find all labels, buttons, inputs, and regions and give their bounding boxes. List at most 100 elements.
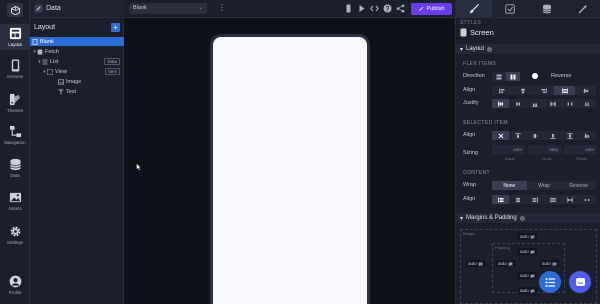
direction-row-icon[interactable] bbox=[506, 72, 520, 81]
info-icon[interactable]: i bbox=[519, 215, 525, 221]
reverse-toggle[interactable] bbox=[532, 73, 538, 79]
padding-top-input[interactable]: auto pt bbox=[518, 248, 537, 255]
device-select[interactable]: Blank ⌄ bbox=[129, 3, 207, 14]
outline-list-button[interactable] bbox=[539, 271, 561, 293]
align-items-control[interactable] bbox=[492, 86, 596, 95]
margin-top-input[interactable]: auto pt bbox=[518, 233, 537, 240]
chat-support-button[interactable] bbox=[569, 271, 591, 293]
rail-label: Profile bbox=[8, 290, 22, 295]
tab-styles[interactable] bbox=[456, 0, 493, 18]
design-canvas[interactable] bbox=[124, 18, 455, 304]
rail-label: Layout bbox=[8, 42, 22, 47]
tree-item-image[interactable]: Image bbox=[30, 77, 124, 86]
align-end-icon[interactable] bbox=[534, 86, 555, 95]
flex-grow-input[interactable]: auto bbox=[528, 145, 561, 154]
play-icon[interactable] bbox=[357, 4, 366, 13]
justify-between-icon[interactable] bbox=[544, 99, 561, 108]
mouse-cursor-icon bbox=[136, 163, 142, 171]
justify-center-icon[interactable] bbox=[509, 99, 526, 108]
tab-data[interactable] bbox=[528, 0, 565, 18]
paintbrush-icon bbox=[469, 3, 479, 14]
align-stretch-icon[interactable] bbox=[554, 86, 576, 95]
list-icon bbox=[42, 59, 48, 64]
wrap-option-wrap[interactable]: Wrap bbox=[527, 181, 562, 190]
rail-item-navigation[interactable]: Navigation bbox=[0, 122, 30, 148]
align-content-start-icon[interactable] bbox=[492, 195, 510, 204]
align-content-around-icon[interactable] bbox=[579, 195, 596, 204]
tree-item-blank[interactable]: Blank bbox=[30, 37, 124, 46]
align-content-between-icon[interactable] bbox=[561, 195, 578, 204]
wrap-option-reverse[interactable]: Reverse bbox=[561, 181, 596, 190]
image-icon bbox=[58, 78, 64, 85]
selected-element-name: Screen bbox=[470, 28, 494, 37]
padding-right-input[interactable]: auto pt bbox=[540, 260, 559, 267]
phone-preview-frame[interactable] bbox=[210, 34, 370, 304]
styles-label: STYLES bbox=[460, 20, 481, 26]
sizing-label: Sizing bbox=[463, 150, 478, 156]
themes-icon bbox=[9, 93, 20, 106]
tree-item-fetch[interactable]: ▾ Fetch bbox=[30, 47, 124, 56]
code-icon[interactable] bbox=[370, 4, 379, 13]
tab-config[interactable] bbox=[492, 0, 529, 18]
flex-basis-input[interactable]: auto bbox=[492, 145, 525, 154]
direction-column-icon[interactable] bbox=[492, 72, 506, 81]
tree-label: Fetch bbox=[45, 48, 59, 55]
justify-evenly-icon[interactable] bbox=[579, 99, 596, 108]
padding-left-input[interactable]: auto pt bbox=[496, 260, 515, 267]
tree-item-text[interactable]: Text bbox=[30, 87, 124, 96]
align-self-baseline-icon[interactable] bbox=[579, 131, 596, 140]
align-content-end-icon[interactable] bbox=[527, 195, 544, 204]
info-icon[interactable]: i bbox=[487, 46, 493, 52]
align-self-control[interactable] bbox=[492, 131, 596, 140]
margin-bottom-input[interactable]: auto pt bbox=[518, 287, 537, 294]
tab-actions[interactable] bbox=[564, 0, 600, 18]
section-title: Margins & Padding bbox=[466, 215, 517, 221]
flex-shrink-input[interactable]: auto bbox=[564, 145, 597, 154]
add-element-button[interactable]: + bbox=[111, 23, 120, 32]
chevron-down-icon: ▾ bbox=[460, 215, 464, 222]
align-self-center-icon[interactable] bbox=[527, 131, 544, 140]
justify-start-icon[interactable] bbox=[492, 99, 510, 108]
flex-wrap-control[interactable]: None Wrap Reverse bbox=[492, 181, 596, 190]
justify-end-icon[interactable] bbox=[527, 99, 544, 108]
margins-padding-section-header[interactable]: ▾ Margins & Padding i bbox=[456, 213, 600, 223]
config-icon bbox=[505, 3, 516, 14]
rail-item-layout[interactable]: Layout bbox=[0, 24, 30, 50]
align-self-end-icon[interactable] bbox=[544, 131, 561, 140]
padding-bottom-input[interactable]: auto pt bbox=[518, 272, 537, 279]
rail-item-themes[interactable]: Themes bbox=[0, 90, 30, 116]
app-logo-icon[interactable] bbox=[7, 3, 23, 17]
tree-item-view[interactable]: ▾ View Item bbox=[30, 67, 124, 76]
align-self-start-icon[interactable] bbox=[509, 131, 526, 140]
data-badge: Data bbox=[104, 58, 120, 65]
layout-section-header[interactable]: ▾ Layout i bbox=[456, 44, 600, 54]
align-self-stretch-icon[interactable] bbox=[561, 131, 578, 140]
align-baseline-icon[interactable] bbox=[575, 86, 596, 95]
tree-item-list[interactable]: ▾ List Data bbox=[30, 57, 124, 66]
help-icon[interactable] bbox=[383, 4, 392, 13]
rail-item-screens[interactable]: Screens bbox=[0, 56, 30, 82]
align-content-center-icon[interactable] bbox=[509, 195, 526, 204]
align-label: Align bbox=[463, 87, 476, 93]
align-self-auto-icon[interactable] bbox=[492, 131, 510, 140]
rail-item-profile[interactable]: Profile bbox=[0, 272, 30, 298]
align-content-stretch-icon[interactable] bbox=[544, 195, 561, 204]
justify-around-icon[interactable] bbox=[561, 99, 578, 108]
more-options-icon[interactable]: ⋮ bbox=[218, 3, 226, 14]
align-content-control[interactable] bbox=[492, 195, 596, 204]
rail-item-settings[interactable]: Settings bbox=[0, 222, 30, 248]
direction-control[interactable] bbox=[492, 72, 520, 81]
justify-content-control[interactable] bbox=[492, 99, 596, 108]
rail-item-data[interactable]: Data bbox=[0, 155, 30, 181]
share-icon[interactable] bbox=[396, 4, 405, 13]
wrap-option-none[interactable]: None bbox=[492, 181, 527, 190]
mobile-icon[interactable] bbox=[344, 4, 353, 13]
profile-icon bbox=[9, 275, 21, 288]
publish-button[interactable]: Publish bbox=[411, 3, 452, 15]
align-start-icon[interactable] bbox=[492, 86, 513, 95]
rail-item-assets[interactable]: Assets bbox=[0, 188, 30, 214]
align-center-icon[interactable] bbox=[513, 86, 534, 95]
tree-label: View bbox=[55, 68, 67, 75]
margin-left-input[interactable]: auto pt bbox=[466, 260, 485, 267]
rail-label: Navigation bbox=[4, 140, 26, 145]
